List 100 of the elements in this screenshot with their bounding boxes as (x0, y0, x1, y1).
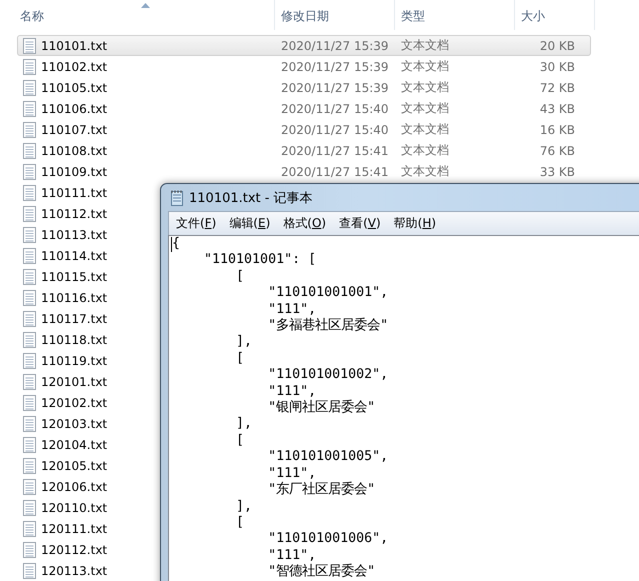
file-row[interactable]: 110109.txt 2020/11/27 15:41 文本文档 33 KB (17, 161, 591, 182)
file-size: 30 KB (538, 60, 575, 74)
file-name: 120103.txt (41, 416, 108, 430)
file-row[interactable]: 120112.txt (17, 539, 157, 560)
text-file-icon (23, 38, 36, 54)
text-file-icon (23, 184, 36, 200)
modified-date: 2020/11/27 15:40 (281, 102, 390, 116)
text-file-icon (23, 562, 36, 578)
notepad-icon (170, 190, 184, 206)
text-line: "东厂社区居委会" (267, 482, 376, 498)
file-row[interactable]: 120102.txt (17, 392, 157, 413)
file-row[interactable]: 110105.txt 2020/11/27 15:39 文本文档 72 KB (17, 77, 591, 98)
file-name: 110118.txt (41, 332, 108, 346)
file-row[interactable]: 120111.txt (17, 518, 157, 539)
file-name: 110102.txt (41, 60, 108, 74)
text-file-icon (23, 416, 36, 432)
text-file-icon (23, 332, 36, 348)
text-line: [ (235, 268, 246, 286)
text-file-icon (23, 310, 36, 326)
text-line: "111", (267, 548, 318, 564)
menu-item[interactable]: 帮助(H) (394, 215, 436, 232)
file-row[interactable]: 110115.txt (17, 266, 157, 287)
file-row[interactable]: 110102.txt 2020/11/27 15:39 文本文档 30 KB (17, 56, 591, 77)
sort-arrow-icon (141, 3, 150, 8)
file-name: 120111.txt (41, 522, 108, 536)
file-row[interactable]: 120106.txt (17, 476, 157, 497)
text-file-icon (23, 436, 36, 452)
modified-date: 2020/11/27 15:41 (281, 144, 390, 158)
file-row[interactable]: 120103.txt (17, 413, 157, 434)
text-line: "智德社区居委会" (267, 564, 376, 581)
text-file-icon (23, 164, 36, 180)
text-line: "110101001006", (267, 531, 390, 548)
file-type: 文本文档 (401, 37, 450, 54)
file-row[interactable]: 110118.txt (17, 329, 157, 350)
file-row[interactable]: 120113.txt (17, 560, 157, 581)
text-line: ], (235, 498, 254, 515)
text-line: "111", (267, 384, 318, 400)
file-row[interactable]: 110114.txt (17, 245, 157, 266)
file-row[interactable]: 110106.txt 2020/11/27 15:40 文本文档 43 KB (17, 98, 591, 119)
file-type: 文本文档 (401, 163, 450, 180)
menu-item[interactable]: 编辑(E) (229, 215, 270, 232)
file-name: 110105.txt (41, 80, 108, 94)
file-row[interactable]: 110111.txt (17, 182, 157, 203)
file-row[interactable]: 110113.txt (17, 224, 157, 245)
text-line: [ (235, 350, 246, 368)
file-name: 120113.txt (41, 564, 108, 578)
file-row[interactable]: 110101.txt 2020/11/27 15:39 文本文档 20 KB (17, 35, 591, 56)
file-type: 文本文档 (401, 121, 450, 138)
text-file-icon (23, 352, 36, 368)
file-size: 76 KB (538, 144, 575, 158)
text-line: "110101001001", (267, 285, 390, 302)
file-row[interactable]: 120104.txt (17, 434, 157, 455)
text-file-icon (23, 122, 36, 138)
menu-item[interactable]: 文件(F) (176, 215, 216, 232)
text-file-icon (23, 394, 36, 410)
menu-item[interactable]: 格式(O) (283, 215, 326, 232)
column-header[interactable]: 类型 (395, 0, 515, 30)
file-row[interactable]: 110107.txt 2020/11/27 15:40 文本文档 16 KB (17, 119, 591, 140)
file-row[interactable]: 110119.txt (17, 350, 157, 371)
text-file-icon (23, 268, 36, 284)
text-file-icon (23, 500, 36, 516)
text-file-icon (23, 520, 36, 536)
window-title: 110101.txt - 记事本 (189, 190, 313, 206)
file-size: 43 KB (538, 102, 575, 116)
file-row[interactable]: 120110.txt (17, 497, 157, 518)
file-size: 33 KB (538, 164, 575, 178)
file-name: 110116.txt (41, 290, 108, 304)
text-file-icon (23, 142, 36, 158)
modified-date: 2020/11/27 15:39 (281, 38, 390, 52)
column-header[interactable]: 修改日期 (275, 0, 395, 30)
text-line: ], (235, 416, 254, 433)
modified-date: 2020/11/27 15:40 (281, 122, 390, 136)
text-line: "110101001": [ (203, 252, 318, 269)
column-header[interactable]: 大小 (515, 0, 595, 30)
file-name: 120101.txt (41, 374, 108, 388)
file-row[interactable]: 110108.txt 2020/11/27 15:41 文本文档 76 KB (17, 140, 591, 161)
file-row[interactable]: 110117.txt (17, 308, 157, 329)
file-name: 120106.txt (41, 480, 108, 494)
text-line: [ (235, 514, 246, 532)
text-line: { (172, 236, 182, 252)
text-line: [ (235, 432, 246, 450)
file-row[interactable]: 120105.txt (17, 455, 157, 476)
text-file-icon (23, 458, 36, 474)
text-file-icon (23, 58, 36, 74)
file-name: 110117.txt (41, 312, 108, 326)
file-row[interactable]: 110112.txt (17, 203, 157, 224)
file-name: 110112.txt (41, 206, 108, 220)
text-file-icon (23, 290, 36, 306)
file-name: 120104.txt (41, 438, 108, 452)
menu-item[interactable]: 查看(V) (339, 215, 381, 232)
file-row[interactable]: 110116.txt (17, 287, 157, 308)
file-size: 72 KB (538, 80, 575, 94)
text-file-icon (23, 80, 36, 96)
text-file-icon (23, 206, 36, 222)
file-type: 文本文档 (401, 58, 450, 75)
file-type: 文本文档 (401, 142, 450, 159)
file-name: 110109.txt (41, 164, 108, 178)
file-row[interactable]: 120101.txt (17, 371, 157, 392)
text-file-icon (23, 374, 36, 390)
file-name: 120112.txt (41, 542, 108, 556)
